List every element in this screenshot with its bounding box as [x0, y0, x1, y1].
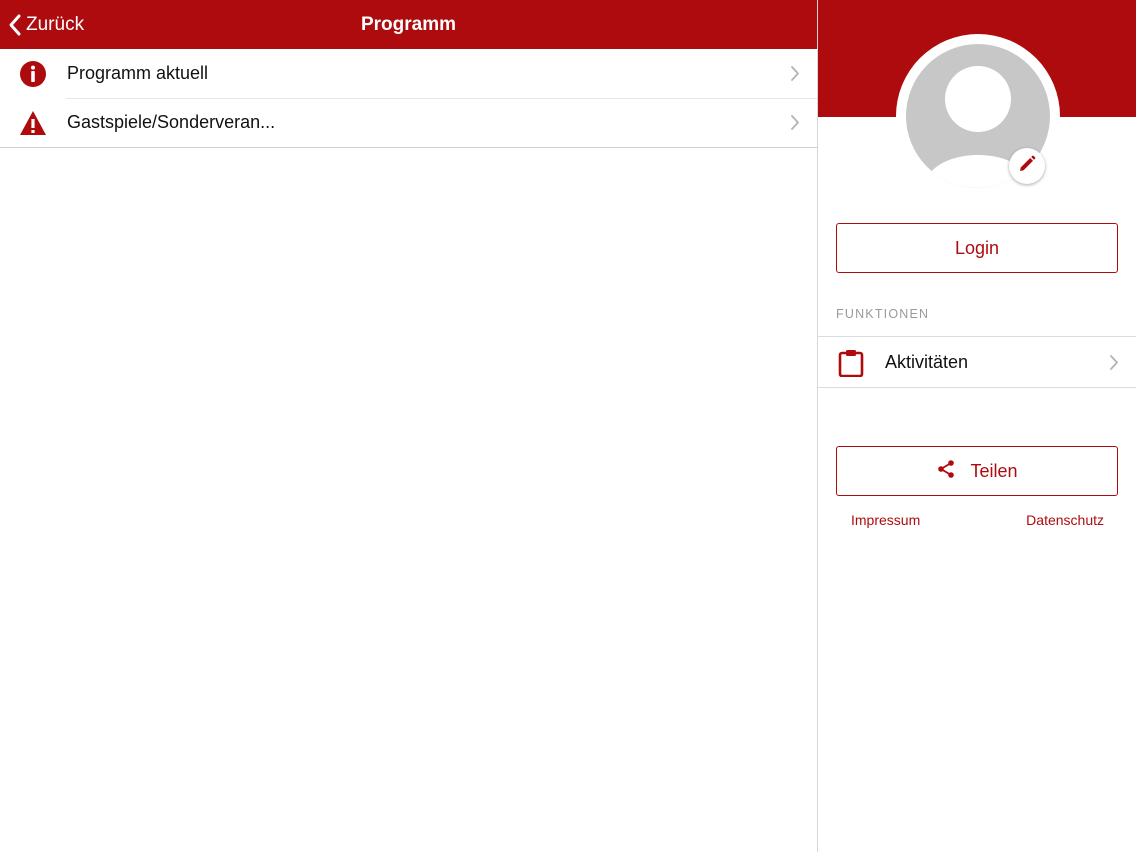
function-item-label: Aktivitäten	[885, 351, 969, 372]
section-label-funktionen: FUNKTIONEN	[836, 307, 930, 321]
chevron-right-icon	[790, 65, 800, 82]
login-button[interactable]: Login	[836, 223, 1118, 273]
back-button[interactable]: Zurück	[8, 0, 84, 49]
clipboard-icon	[838, 349, 864, 382]
info-circle-icon	[19, 60, 47, 88]
main-pane: Zurück Programm Programm aktuell Gastspi…	[0, 0, 817, 852]
chevron-left-icon	[8, 13, 22, 37]
list-item-gastspiele[interactable]: Gastspiele/Sonderveran...	[0, 98, 817, 147]
page-title: Programm	[360, 13, 457, 35]
side-panel: Login FUNKTIONEN Aktivitäten Teilen Impr…	[817, 0, 1136, 852]
datenschutz-link[interactable]: Datenschutz	[1026, 512, 1104, 528]
program-list: Programm aktuell Gastspiele/Sonderveran.…	[0, 49, 817, 148]
list-item-programm-aktuell[interactable]: Programm aktuell	[0, 49, 817, 98]
impressum-link[interactable]: Impressum	[851, 512, 920, 528]
list-item-label: Programm aktuell	[67, 63, 209, 83]
back-button-label: Zurück	[26, 13, 85, 35]
warning-triangle-icon	[19, 109, 47, 137]
share-button-label: Teilen	[970, 460, 1018, 481]
chevron-right-icon	[790, 114, 800, 131]
login-button-label: Login	[954, 237, 1000, 258]
app-window: Zurück Programm Programm aktuell Gastspi…	[0, 0, 1136, 852]
edit-avatar-button[interactable]	[1009, 148, 1045, 184]
share-button[interactable]: Teilen	[836, 446, 1118, 496]
chevron-right-icon	[1109, 354, 1119, 376]
share-icon	[936, 459, 956, 484]
pencil-icon	[1017, 154, 1037, 179]
list-item-label: Gastspiele/Sonderveran...	[67, 112, 276, 132]
navbar: Zurück Programm	[0, 0, 817, 49]
function-item-aktivitaeten[interactable]: Aktivitäten	[818, 336, 1136, 388]
